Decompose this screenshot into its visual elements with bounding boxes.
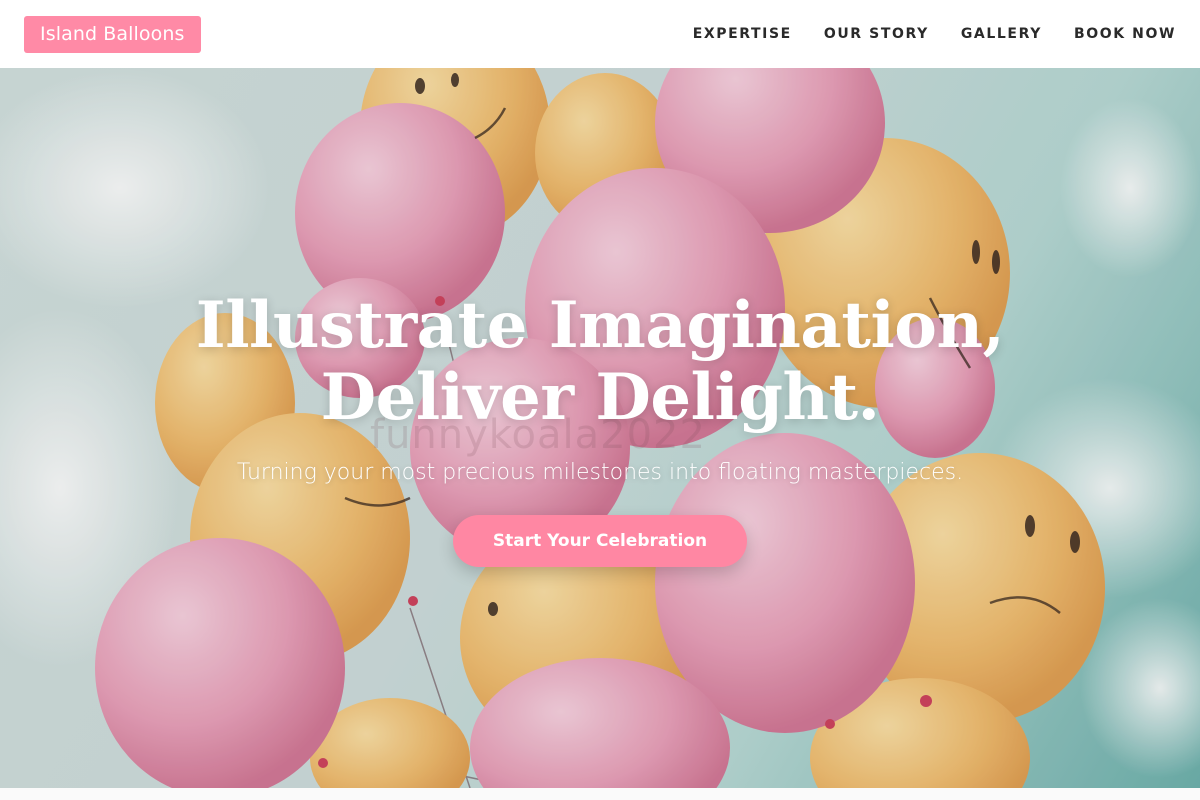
nav-link-book-now[interactable]: BOOK NOW [1074,26,1176,42]
page-bottom-strip [0,788,1200,800]
hero-headline-line2: Deliver Delight. [320,360,880,435]
nav-link-our-story[interactable]: OUR STORY [824,26,929,42]
top-navbar: Island Balloons EXPERTISE OUR STORY GALL… [0,0,1200,68]
hero-headline: Illustrate Imagination, Deliver Delight. [0,290,1200,434]
hero-content: Illustrate Imagination, Deliver Delight.… [0,290,1200,567]
hero-section: funnykoala2022 Illustrate Imagination, D… [0,68,1200,788]
main-nav: EXPERTISE OUR STORY GALLERY BOOK NOW [693,26,1176,42]
start-celebration-button[interactable]: Start Your Celebration [452,515,748,567]
nav-link-expertise[interactable]: EXPERTISE [693,26,792,42]
hero-headline-line1: Illustrate Imagination, [195,288,1005,363]
nav-link-gallery[interactable]: GALLERY [961,26,1042,42]
site-logo[interactable]: Island Balloons [24,15,201,53]
hero-subtitle: Turning your most precious milestones in… [236,460,964,485]
